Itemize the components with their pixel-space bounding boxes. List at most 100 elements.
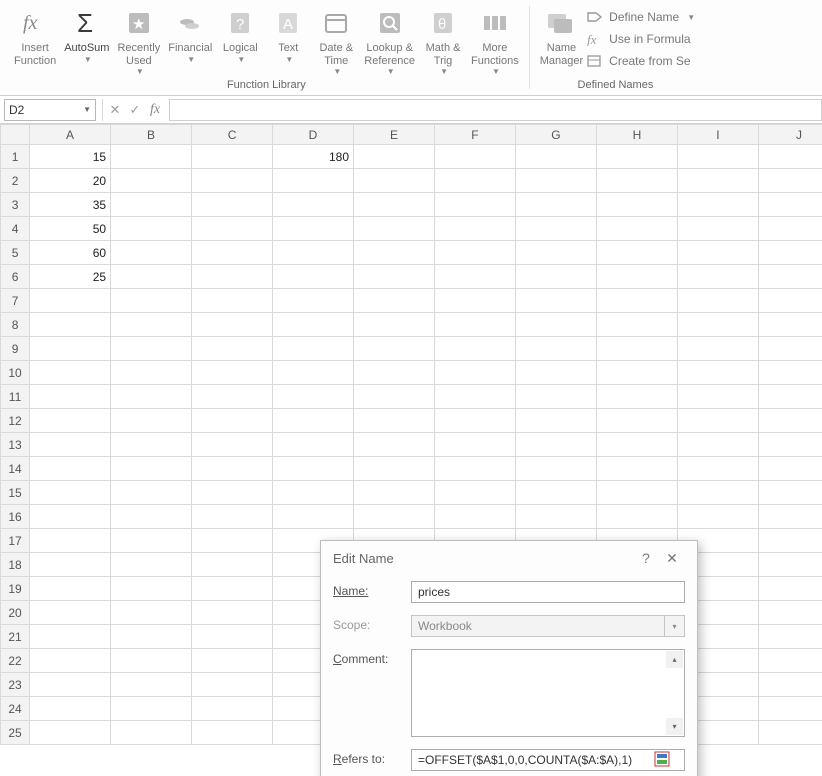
scroll-up-icon[interactable]: ▴ xyxy=(666,651,683,668)
cell[interactable]: 15 xyxy=(30,145,111,169)
column-header[interactable]: F xyxy=(434,125,515,145)
cell[interactable] xyxy=(758,289,822,313)
cell[interactable] xyxy=(30,505,111,529)
cell[interactable] xyxy=(515,265,596,289)
cell[interactable] xyxy=(677,481,758,505)
cell[interactable] xyxy=(596,385,677,409)
cell[interactable] xyxy=(434,361,515,385)
cell[interactable] xyxy=(273,289,354,313)
cell[interactable] xyxy=(30,649,111,673)
cell[interactable] xyxy=(434,265,515,289)
row-header[interactable]: 24 xyxy=(1,697,30,721)
cell[interactable] xyxy=(111,697,192,721)
cell[interactable] xyxy=(596,289,677,313)
cell[interactable] xyxy=(30,433,111,457)
insert-function-fx-button[interactable]: fx xyxy=(145,99,165,121)
cell[interactable] xyxy=(111,265,192,289)
cell[interactable] xyxy=(192,649,273,673)
cell[interactable] xyxy=(434,505,515,529)
cell[interactable] xyxy=(354,217,435,241)
lookup-reference-button[interactable]: Lookup & Reference ▼ xyxy=(360,4,419,76)
cell[interactable] xyxy=(677,289,758,313)
cell[interactable] xyxy=(354,457,435,481)
row-header[interactable]: 4 xyxy=(1,217,30,241)
cell[interactable] xyxy=(758,601,822,625)
cell[interactable] xyxy=(596,457,677,481)
column-header[interactable]: D xyxy=(273,125,354,145)
select-all-corner[interactable] xyxy=(1,125,30,145)
autosum-button[interactable]: Σ AutoSum ▼ xyxy=(60,4,113,64)
cell[interactable] xyxy=(354,289,435,313)
cell[interactable] xyxy=(354,169,435,193)
cell[interactable] xyxy=(273,409,354,433)
row-header[interactable]: 19 xyxy=(1,577,30,601)
cell[interactable] xyxy=(111,649,192,673)
column-header[interactable]: I xyxy=(677,125,758,145)
cell[interactable]: 180 xyxy=(273,145,354,169)
cell[interactable] xyxy=(515,361,596,385)
cell[interactable] xyxy=(354,265,435,289)
cell[interactable] xyxy=(111,433,192,457)
cell[interactable] xyxy=(30,481,111,505)
logical-button[interactable]: ? Logical ▼ xyxy=(216,4,264,64)
cell[interactable] xyxy=(192,673,273,697)
cell[interactable] xyxy=(677,457,758,481)
cell[interactable] xyxy=(30,529,111,553)
cell[interactable] xyxy=(596,193,677,217)
cell[interactable] xyxy=(677,385,758,409)
cell[interactable] xyxy=(758,673,822,697)
cell[interactable] xyxy=(677,409,758,433)
cell[interactable] xyxy=(677,145,758,169)
cell[interactable] xyxy=(192,505,273,529)
cell[interactable] xyxy=(515,313,596,337)
cell[interactable] xyxy=(111,721,192,745)
cell[interactable] xyxy=(596,433,677,457)
cell[interactable] xyxy=(677,313,758,337)
cell[interactable] xyxy=(596,145,677,169)
cell[interactable] xyxy=(111,553,192,577)
cell[interactable] xyxy=(111,529,192,553)
cell[interactable] xyxy=(192,529,273,553)
cell[interactable] xyxy=(111,169,192,193)
cell[interactable] xyxy=(758,433,822,457)
cell[interactable] xyxy=(354,313,435,337)
cell[interactable] xyxy=(192,265,273,289)
cell[interactable] xyxy=(273,361,354,385)
cell[interactable] xyxy=(111,481,192,505)
cell[interactable] xyxy=(273,337,354,361)
cell[interactable] xyxy=(354,193,435,217)
column-header[interactable]: C xyxy=(192,125,273,145)
name-field[interactable] xyxy=(411,581,685,603)
cell[interactable] xyxy=(111,625,192,649)
row-header[interactable]: 8 xyxy=(1,313,30,337)
row-header[interactable]: 3 xyxy=(1,193,30,217)
cell[interactable] xyxy=(30,577,111,601)
use-in-formula-button[interactable]: fx Use in Formula xyxy=(587,31,695,47)
cell[interactable]: 20 xyxy=(30,169,111,193)
cell[interactable] xyxy=(273,481,354,505)
cell[interactable] xyxy=(273,433,354,457)
cell[interactable] xyxy=(273,385,354,409)
cell[interactable] xyxy=(30,409,111,433)
dialog-help-button[interactable]: ? xyxy=(633,550,659,566)
cell[interactable] xyxy=(111,577,192,601)
cell[interactable] xyxy=(515,241,596,265)
cell[interactable] xyxy=(515,457,596,481)
cell[interactable] xyxy=(758,457,822,481)
cell[interactable] xyxy=(192,145,273,169)
cell[interactable] xyxy=(192,457,273,481)
cell[interactable] xyxy=(192,361,273,385)
cell[interactable] xyxy=(30,361,111,385)
cell[interactable] xyxy=(30,337,111,361)
cell[interactable] xyxy=(677,361,758,385)
row-header[interactable]: 15 xyxy=(1,481,30,505)
row-header[interactable]: 13 xyxy=(1,433,30,457)
cell[interactable] xyxy=(192,625,273,649)
cell[interactable] xyxy=(273,241,354,265)
cell[interactable] xyxy=(273,457,354,481)
cell[interactable] xyxy=(30,601,111,625)
cell[interactable] xyxy=(192,601,273,625)
cell[interactable] xyxy=(111,337,192,361)
row-header[interactable]: 12 xyxy=(1,409,30,433)
cell[interactable] xyxy=(434,241,515,265)
